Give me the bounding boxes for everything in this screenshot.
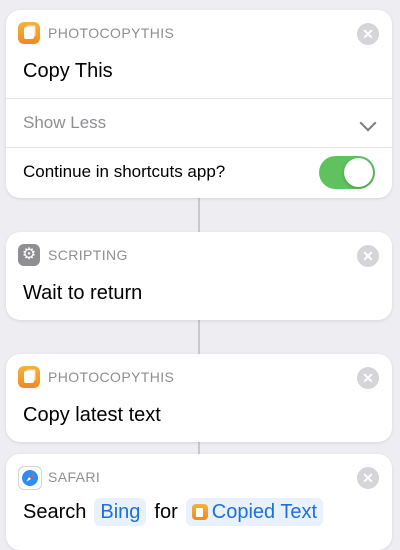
search-word: Search [23, 501, 87, 523]
toggle-knob [344, 158, 373, 187]
flow-connector [198, 442, 200, 454]
for-word: for [154, 501, 178, 523]
app-name-label: SAFARI [48, 469, 101, 485]
gear-icon: ⚙ [18, 244, 40, 266]
action-title: Copy latest text [23, 404, 161, 426]
copied-text-variable-token[interactable]: Copied Text [185, 498, 324, 526]
action-header: ⚙ SCRIPTING ✕ [6, 232, 392, 276]
action-header: PHOTOCOPYTHIS ✕ [6, 10, 392, 54]
show-less-label: Show Less [23, 113, 107, 132]
photocopy-app-icon [191, 504, 208, 520]
action-card-copy-this[interactable]: PHOTOCOPYTHIS ✕ Copy This Show Less Cont… [6, 10, 392, 198]
continue-label: Continue in shortcuts app? [23, 162, 226, 181]
close-icon[interactable]: ✕ [357, 245, 379, 267]
flow-connector [198, 198, 200, 232]
action-title: Copy This [23, 60, 113, 82]
action-header: PHOTOCOPYTHIS ✕ [6, 354, 392, 398]
action-header: SAFARI ✕ [6, 454, 392, 498]
action-title: Wait to return [23, 282, 143, 304]
app-name-label: PHOTOCOPYTHIS [48, 369, 175, 385]
close-icon[interactable]: ✕ [357, 467, 379, 489]
action-card-copy-latest-text[interactable]: PHOTOCOPYTHIS ✕ Copy latest text [6, 354, 392, 442]
continue-toggle[interactable] [319, 156, 375, 189]
flow-connector [198, 320, 200, 354]
close-icon[interactable]: ✕ [357, 367, 379, 389]
chevron-down-icon [359, 114, 377, 132]
continue-row: Continue in shortcuts app? [6, 148, 392, 196]
compass-icon [18, 466, 42, 490]
search-engine-label: Bing [100, 501, 141, 523]
action-card-wait-to-return[interactable]: ⚙ SCRIPTING ✕ Wait to return [6, 232, 392, 320]
app-name-label: SCRIPTING [48, 247, 128, 263]
photocopy-app-icon [18, 366, 40, 388]
show-less-row[interactable]: Show Less [6, 99, 392, 147]
close-icon[interactable]: ✕ [357, 23, 379, 45]
app-name-label: PHOTOCOPYTHIS [48, 25, 175, 41]
action-card-safari-search[interactable]: SAFARI ✕ Search Bing for Copied Text [6, 454, 392, 550]
search-parameter-line: Search Bing for Copied Text [6, 498, 392, 542]
photocopy-app-icon [18, 22, 40, 44]
variable-label: Copied Text [211, 501, 318, 523]
search-engine-token[interactable]: Bing [94, 498, 147, 526]
